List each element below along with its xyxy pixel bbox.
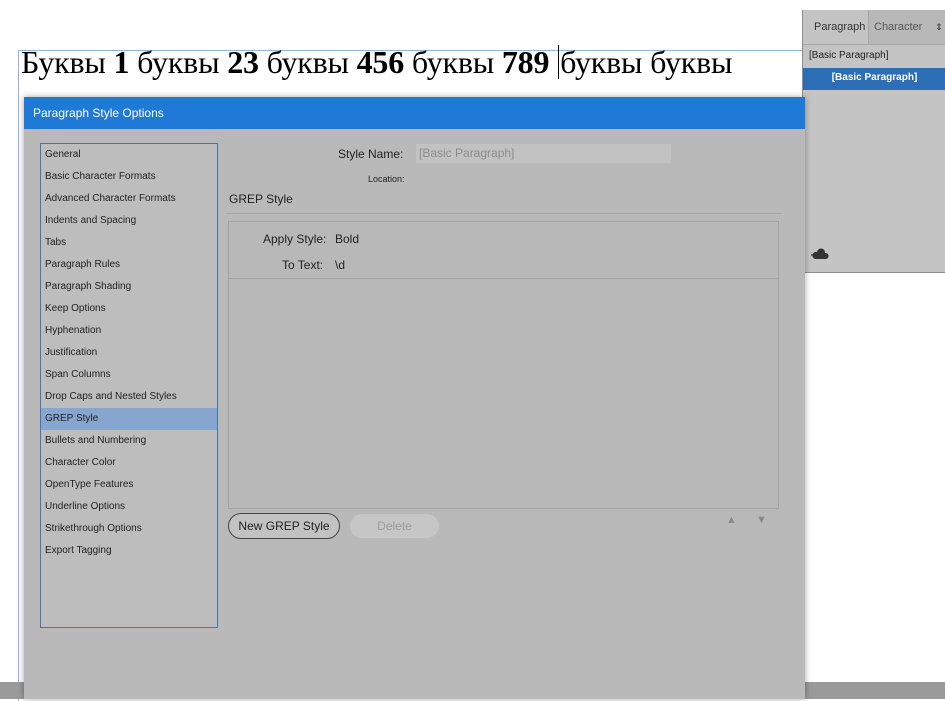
category-item[interactable]: Paragraph Shading [41, 276, 217, 298]
document-text-frame[interactable]: Буквы 1 буквы 23 буквы 456 буквы 789 бук… [21, 44, 733, 81]
category-item[interactable]: Justification [41, 342, 217, 364]
panel-style-item-selected[interactable]: [Basic Paragraph] [803, 68, 945, 90]
apply-style-value[interactable]: Bold [335, 232, 359, 246]
bold-digit-run: 789 [501, 44, 550, 80]
cloud-sync-icon[interactable] [811, 248, 829, 263]
category-item[interactable]: Indents and Spacing [41, 210, 217, 232]
category-item[interactable]: Drop Caps and Nested Styles [41, 386, 217, 408]
category-item[interactable]: Keep Options [41, 298, 217, 320]
paragraph-style-options-dialog: Paragraph Style Options General Basic Cha… [24, 97, 805, 699]
panel-tab-bar: Paragraph Styles Character ⇕ [803, 10, 945, 45]
category-item[interactable]: Span Columns [41, 364, 217, 386]
category-item[interactable]: General [41, 144, 217, 166]
move-up-icon[interactable]: ▲ [726, 514, 737, 526]
section-title: GREP Style [229, 192, 293, 206]
panel-style-item[interactable]: [Basic Paragraph] [803, 45, 945, 68]
bold-digit-run: 1 [113, 44, 130, 80]
new-grep-style-button[interactable]: New GREP Style [228, 513, 340, 539]
grep-style-list[interactable]: Apply Style: Bold To Text: \d [228, 221, 779, 509]
to-text-value[interactable]: \d [335, 258, 345, 272]
category-item[interactable]: Hyphenation [41, 320, 217, 342]
move-down-icon[interactable]: ▼ [756, 514, 767, 526]
text-run [549, 44, 557, 80]
bold-digit-run: 456 [356, 44, 405, 80]
text-run: Буквы [21, 44, 114, 80]
category-item[interactable]: Export Tagging [41, 540, 217, 562]
grep-row-divider [229, 278, 778, 279]
section-divider [227, 213, 782, 214]
panel-menu-icon[interactable]: ⇕ [934, 10, 944, 44]
style-name-label: Style Name: [338, 147, 404, 161]
category-item[interactable]: Strikethrough Options [41, 518, 217, 540]
category-item[interactable]: Tabs [41, 232, 217, 254]
category-item[interactable]: Bullets and Numbering [41, 430, 217, 452]
cloud-icon [811, 248, 829, 259]
category-item[interactable]: Underline Options [41, 496, 217, 518]
text-run: буквы [129, 44, 228, 80]
category-item[interactable]: GREP Style [41, 408, 217, 430]
category-item[interactable]: OpenType Features [41, 474, 217, 496]
text-run: буквы буквы [560, 44, 733, 80]
text-cursor [558, 45, 560, 79]
location-label: Location: [368, 174, 405, 184]
delete-button[interactable]: Delete [350, 514, 439, 538]
dialog-title: Paragraph Style Options [24, 97, 805, 129]
category-item[interactable]: Paragraph Rules [41, 254, 217, 276]
bold-digit-run: 23 [227, 44, 259, 80]
category-item[interactable]: Basic Character Formats [41, 166, 217, 188]
category-list: General Basic Character Formats Advanced C… [40, 143, 218, 628]
text-run: буквы [258, 44, 357, 80]
category-item[interactable]: Advanced Character Formats [41, 188, 217, 210]
category-item[interactable]: Character Color [41, 452, 217, 474]
to-text-label: To Text: [282, 258, 324, 272]
tab-paragraph-styles[interactable]: Paragraph Styles [803, 10, 869, 44]
tab-character-styles[interactable]: Character [869, 10, 934, 44]
style-name-input[interactable]: [Basic Paragraph] [416, 144, 671, 163]
text-run: буквы [404, 44, 502, 80]
apply-style-label: Apply Style: [263, 232, 327, 246]
paragraph-styles-panel: Paragraph Styles Character ⇕ [Basic Para… [802, 10, 945, 273]
